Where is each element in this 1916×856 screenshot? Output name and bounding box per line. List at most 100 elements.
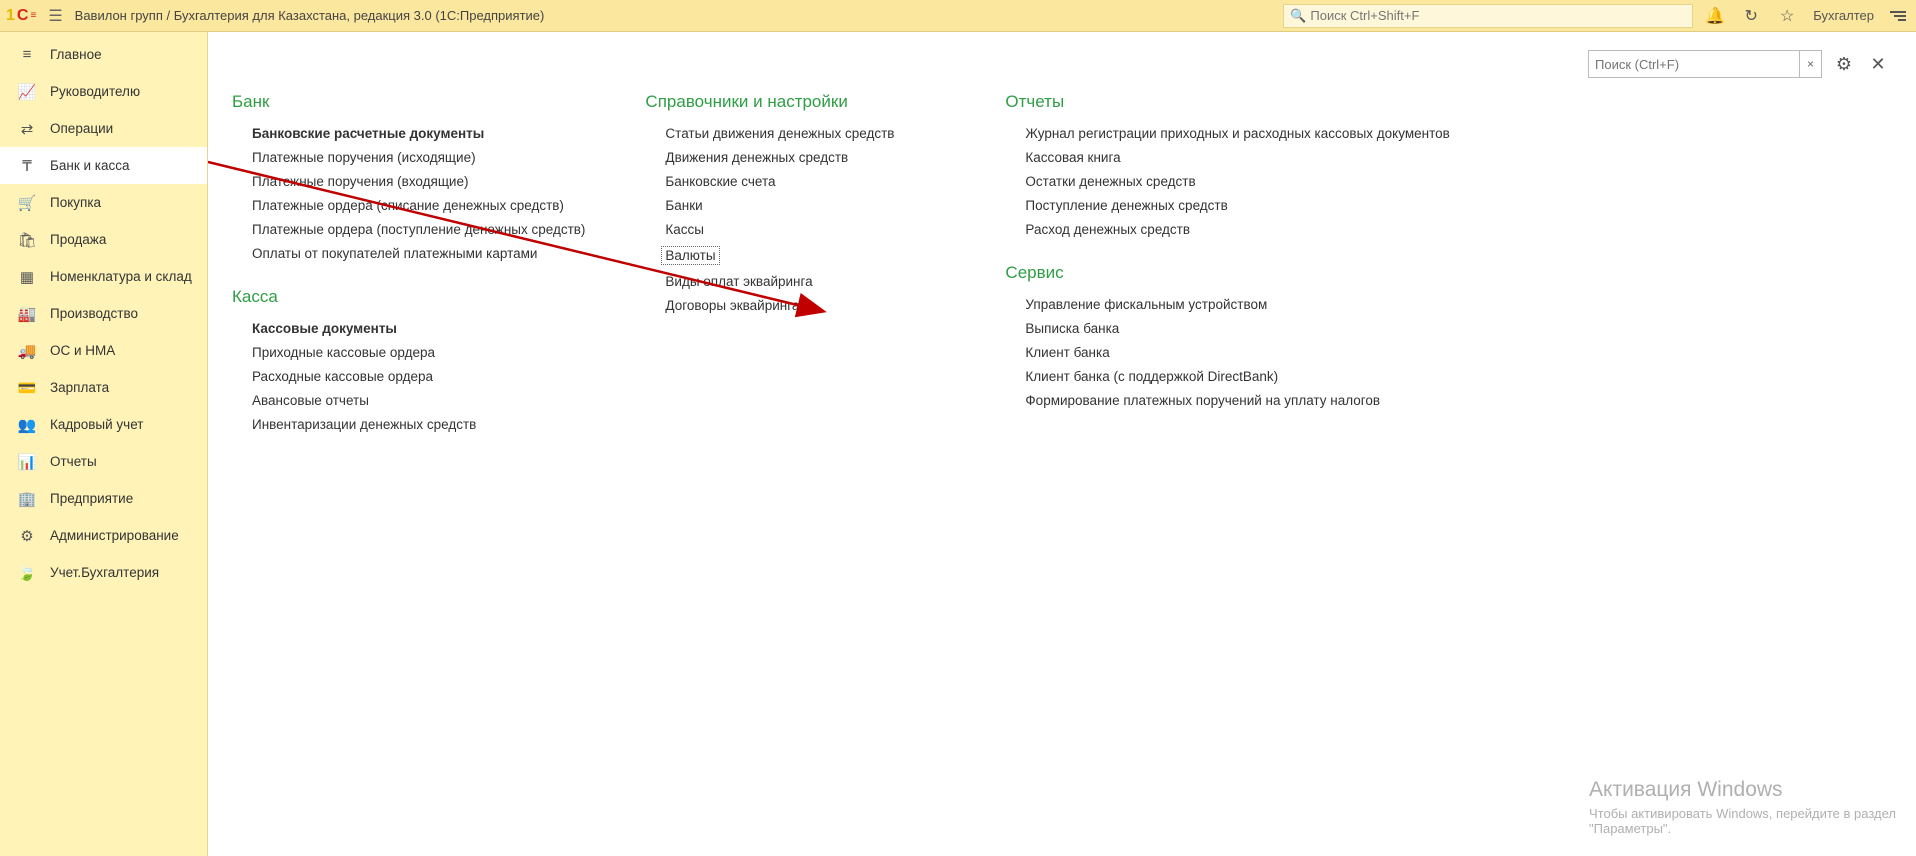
- menu-link[interactable]: Клиент банка: [1025, 345, 1449, 360]
- section-title: Банк: [232, 92, 585, 112]
- hamburger-icon[interactable]: ☰: [44, 6, 66, 26]
- sidebar-icon: 👥: [18, 416, 36, 434]
- link-list: Управление фискальным устройством Выписка…: [1005, 297, 1449, 408]
- link-list: Журнал регистрации приходных и расходных…: [1005, 126, 1449, 237]
- menu-stack-icon[interactable]: [1886, 11, 1910, 21]
- watermark-title: Активация Windows: [1589, 778, 1896, 802]
- star-icon[interactable]: ☆: [1773, 2, 1801, 30]
- sidebar-item-4[interactable]: 🛒 Покупка: [0, 184, 207, 221]
- bell-icon[interactable]: 🔔: [1701, 2, 1729, 30]
- sidebar-item-13[interactable]: ⚙ Администрирование: [0, 517, 207, 554]
- sidebar-icon: 🛒: [18, 194, 36, 212]
- columns-container: Банк Банковские расчетные документы Платеж…: [232, 92, 1892, 432]
- watermark-line1: Чтобы активировать Windows, перейдите в …: [1589, 806, 1896, 821]
- menu-link[interactable]: Договоры эквайринга: [665, 298, 945, 313]
- sidebar-item-label: Кадровый учет: [50, 417, 143, 432]
- window-title: Вавилон групп / Бухгалтерия для Казахста…: [75, 8, 545, 23]
- sidebar-item-14[interactable]: 🍃 Учет.Бухгалтерия: [0, 554, 207, 591]
- windows-activation-watermark: Активация Windows Чтобы активировать Win…: [1589, 778, 1896, 836]
- menu-link[interactable]: Статьи движения денежных средств: [665, 126, 945, 141]
- menu-link[interactable]: Валюты: [661, 246, 719, 265]
- column-0: Банк Банковские расчетные документы Платеж…: [232, 92, 585, 432]
- app-logo: 1C≡: [6, 7, 36, 25]
- menu-link[interactable]: Поступление денежных средств: [1025, 198, 1449, 213]
- sidebar-item-0[interactable]: ≡Главное: [0, 36, 207, 73]
- menu-link[interactable]: Кассовые документы: [252, 321, 585, 336]
- menu-link[interactable]: Банки: [665, 198, 945, 213]
- sidebar-item-1[interactable]: 📈Руководителю: [0, 73, 207, 110]
- section-title: Касса: [232, 287, 585, 307]
- history-icon[interactable]: ↻: [1737, 2, 1765, 30]
- sidebar-item-label: ОС и НМА: [50, 343, 115, 358]
- search-icon: 🔍: [1290, 8, 1306, 24]
- menu-link[interactable]: Оплаты от покупателей платежными картами: [252, 246, 585, 261]
- global-search-input[interactable]: [1310, 8, 1686, 23]
- sidebar-icon: ⚙: [18, 527, 36, 545]
- sidebar-icon: 🛍: [18, 231, 36, 249]
- sidebar-item-5[interactable]: 🛍Продажа: [0, 221, 207, 258]
- menu-link[interactable]: Инвентаризации денежных средств: [252, 417, 585, 432]
- menu-link[interactable]: Остатки денежных средств: [1025, 174, 1449, 189]
- sidebar-item-label: Руководителю: [50, 84, 140, 99]
- sidebar-item-6[interactable]: ▦Номенклатура и склад: [0, 258, 207, 295]
- menu-link[interactable]: Авансовые отчеты: [252, 393, 585, 408]
- sidebar-icon: 📊: [18, 453, 36, 471]
- sidebar-item-label: Покупка: [50, 195, 101, 210]
- menu-link[interactable]: Расход денежных средств: [1025, 222, 1449, 237]
- panel-search-input[interactable]: [1595, 57, 1793, 72]
- menu-link[interactable]: Журнал регистрации приходных и расходных…: [1025, 126, 1449, 141]
- sidebar-item-2[interactable]: ⇄ Операции: [0, 110, 207, 147]
- menu-link[interactable]: Расходные кассовые ордера: [252, 369, 585, 384]
- sidebar-item-9[interactable]: 💳Зарплата: [0, 369, 207, 406]
- menu-link[interactable]: Движения денежных средств: [665, 150, 945, 165]
- main-header: × ⚙ ✕: [232, 50, 1892, 78]
- gear-icon[interactable]: ⚙: [1832, 52, 1856, 76]
- sidebar-item-10[interactable]: 👥 Кадровый учет: [0, 406, 207, 443]
- link-list: Банковские расчетные документы Платежные …: [232, 126, 585, 261]
- main-content: × ⚙ ✕ Банк Банковские расчетные документы…: [208, 32, 1916, 856]
- menu-link[interactable]: Платежные поручения (входящие): [252, 174, 585, 189]
- sidebar-icon: 🍃: [18, 564, 36, 582]
- menu-link[interactable]: Кассы: [665, 222, 945, 237]
- menu-link[interactable]: Банковские счета: [665, 174, 945, 189]
- menu-link[interactable]: Формирование платежных поручений на упла…: [1025, 393, 1449, 408]
- sidebar-icon: ⇄: [18, 120, 36, 138]
- sidebar-item-8[interactable]: 🚚 ОС и НМА: [0, 332, 207, 369]
- sidebar-item-7[interactable]: 🏭Производство: [0, 295, 207, 332]
- sidebar-icon: 🚚: [18, 342, 36, 360]
- clear-search-button[interactable]: ×: [1800, 50, 1822, 78]
- menu-link[interactable]: Платежные ордера (поступление денежных с…: [252, 222, 585, 237]
- sidebar-icon: 🏢: [18, 490, 36, 508]
- section-title: Справочники и настройки: [645, 92, 945, 112]
- sidebar-item-label: Отчеты: [50, 454, 97, 469]
- menu-link[interactable]: Выписка банка: [1025, 321, 1449, 336]
- menu-link[interactable]: Платежные поручения (исходящие): [252, 150, 585, 165]
- close-icon[interactable]: ✕: [1866, 52, 1890, 76]
- panel-search[interactable]: [1588, 50, 1800, 78]
- menu-link[interactable]: Виды оплат эквайринга: [665, 274, 945, 289]
- sidebar-icon: ≡: [18, 46, 36, 64]
- menu-link[interactable]: Управление фискальным устройством: [1025, 297, 1449, 312]
- sidebar-item-label: Зарплата: [50, 380, 109, 395]
- sidebar-item-12[interactable]: 🏢 Предприятие: [0, 480, 207, 517]
- sidebar-item-label: Производство: [50, 306, 138, 321]
- sidebar-item-11[interactable]: 📊 Отчеты: [0, 443, 207, 480]
- menu-link[interactable]: Клиент банка (с поддержкой DirectBank): [1025, 369, 1449, 384]
- sidebar-item-label: Операции: [50, 121, 113, 136]
- sidebar-item-label: Администрирование: [50, 528, 179, 543]
- link-list: Статьи движения денежных средств Движения…: [645, 126, 945, 313]
- global-search[interactable]: 🔍: [1283, 4, 1693, 28]
- menu-link[interactable]: Платежные ордера (списание денежных сред…: [252, 198, 585, 213]
- sidebar-item-label: Учет.Бухгалтерия: [50, 565, 159, 580]
- menu-link[interactable]: Банковские расчетные документы: [252, 126, 585, 141]
- menu-link[interactable]: Приходные кассовые ордера: [252, 345, 585, 360]
- column-1: Справочники и настройки Статьи движения д…: [645, 92, 945, 432]
- menu-link[interactable]: Кассовая книга: [1025, 150, 1449, 165]
- section-title: Сервис: [1005, 263, 1449, 283]
- user-label[interactable]: Бухгалтер: [1809, 8, 1878, 23]
- column-2: ОтчетыЖурнал регистрации приходных и рас…: [1005, 92, 1449, 432]
- sidebar-item-3[interactable]: ₸Банк и касса: [0, 147, 207, 184]
- sidebar-icon: ₸: [18, 157, 36, 175]
- watermark-line2: "Параметры".: [1589, 821, 1896, 836]
- sidebar-item-label: Предприятие: [50, 491, 133, 506]
